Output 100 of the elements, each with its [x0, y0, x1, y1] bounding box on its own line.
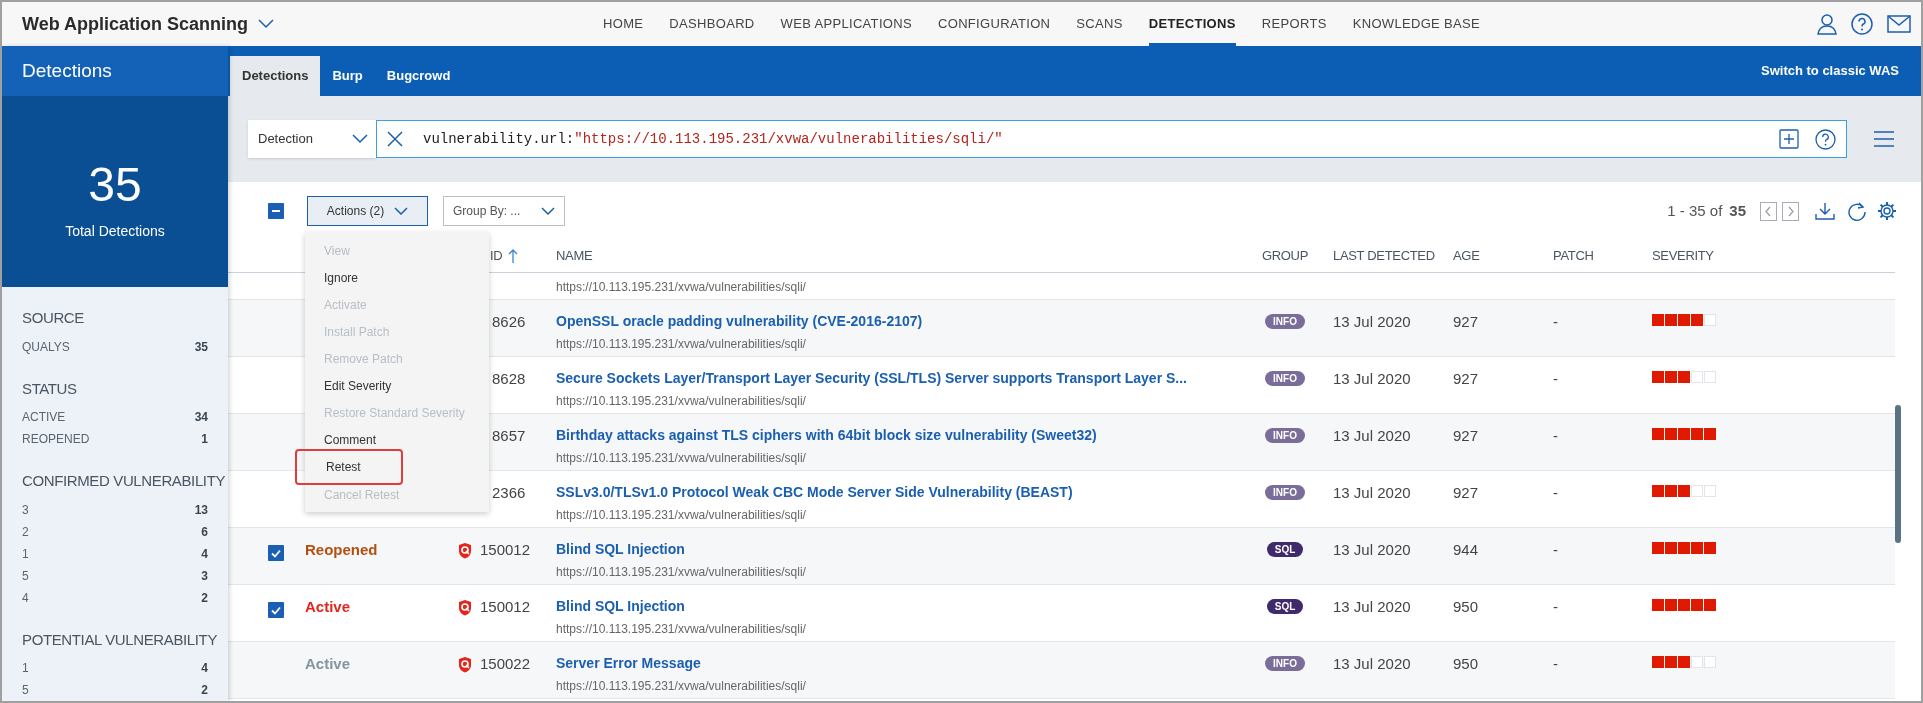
pagination-range: 1 - 35 of — [1667, 200, 1723, 221]
status-label: Active — [305, 598, 351, 615]
status-label: Active — [305, 655, 351, 672]
column-header[interactable]: GROUP — [1261, 246, 1308, 266]
vulnerability-link[interactable]: OpenSSL oracle padding vulnerability (CVE-2016-2107) — [556, 311, 1250, 332]
nav-link[interactable]: DASHBOARD — [669, 2, 755, 46]
filter-label[interactable]: 2 — [22, 522, 29, 541]
nav-link[interactable]: SCANS — [1076, 2, 1123, 46]
severity-square — [1665, 314, 1677, 326]
severity-square — [1704, 428, 1716, 440]
chevron-down-icon[interactable] — [258, 19, 274, 29]
filter-count: 13 — [194, 501, 208, 519]
vulnerability-link[interactable]: Blind SQL Injection — [556, 539, 1250, 560]
tab[interactable]: Burp — [320, 56, 375, 96]
row-checkbox[interactable] — [268, 602, 284, 618]
severity-square — [1691, 485, 1703, 497]
group-by-dropdown[interactable]: Group By: ... — [443, 196, 565, 226]
filter-label[interactable]: 4 — [22, 588, 29, 607]
row-checkbox[interactable] — [268, 545, 284, 561]
filter-label[interactable]: ACTIVE — [22, 408, 66, 426]
dropdown-value: Detection — [258, 130, 313, 149]
field-dropdown[interactable]: Detection — [248, 120, 376, 158]
severity-square — [1704, 656, 1716, 668]
severity-square — [1678, 371, 1690, 383]
qid: 150012 — [480, 597, 531, 617]
filter-count: 2 — [201, 682, 208, 699]
column-header[interactable]: PATCH — [1553, 246, 1594, 266]
refresh-icon[interactable] — [1847, 201, 1867, 221]
vulnerability-link[interactable]: Blind SQL Injection — [556, 596, 1250, 617]
clear-icon[interactable] — [387, 131, 403, 147]
tab[interactable]: Bugcrowd — [374, 56, 463, 96]
select-all-checkbox[interactable] — [268, 203, 284, 219]
qid: 8628 — [492, 369, 526, 389]
column-header[interactable]: AGE — [1453, 246, 1480, 266]
age-cell-text: 950 — [1452, 597, 1480, 617]
nav-link[interactable]: CONFIGURATION — [938, 2, 1051, 46]
filter-label[interactable]: 5 — [22, 681, 29, 699]
severity-square — [1691, 656, 1703, 668]
filter-count: 2 — [201, 589, 208, 607]
query-field[interactable]: vulnerability.url:"https://10.113.195.231/xvwa/vulnerabilities/sqli/" — [376, 120, 1847, 158]
qid: 8657 — [492, 426, 526, 446]
help-icon[interactable] — [1851, 13, 1873, 35]
nav-link[interactable]: HOME — [603, 2, 644, 46]
patch-cell-text: - — [1552, 369, 1559, 389]
severity-square — [1665, 371, 1677, 383]
user-icon[interactable] — [1817, 13, 1837, 35]
chevron-down-icon — [541, 207, 555, 215]
tab[interactable]: Detections — [230, 56, 321, 96]
switch-link[interactable]: Switch to classic WAS — [1761, 61, 1921, 81]
severity-square — [1665, 656, 1677, 668]
menu-item[interactable]: Ignore — [305, 264, 489, 291]
section-heading: SOURCE — [22, 308, 84, 328]
severity-square — [1678, 485, 1690, 497]
severity-square — [1678, 428, 1690, 440]
mail-icon[interactable] — [1887, 15, 1911, 33]
patch-cell-text: - — [1552, 597, 1559, 617]
nav-link[interactable]: WEB APPLICATIONS — [780, 2, 912, 46]
filter-label[interactable]: 1 — [22, 544, 29, 563]
age-cell-text: 927 — [1452, 369, 1480, 389]
shield-icon — [458, 598, 472, 616]
help-icon[interactable] — [1815, 128, 1836, 150]
actions-button[interactable]: Actions (2) — [307, 196, 428, 226]
nav-link[interactable]: REPORTS — [1261, 2, 1327, 46]
menu-icon[interactable] — [1873, 131, 1895, 147]
severity-square — [1652, 656, 1664, 668]
url-text: https://10.113.195.231/xvwa/vulnerabilities/sqli/ — [556, 279, 807, 296]
settings-icon[interactable] — [1877, 201, 1897, 221]
filter-label[interactable]: 5 — [22, 566, 29, 585]
filter-label[interactable]: 3 — [22, 500, 29, 519]
filter-label[interactable]: 1 — [22, 659, 29, 677]
column-header[interactable]: LAST DETECTED — [1333, 246, 1435, 266]
add-icon[interactable] — [1779, 129, 1799, 149]
status-label: Reopened — [305, 541, 378, 558]
severity-square — [1704, 599, 1716, 611]
filter-label[interactable]: REOPENED — [22, 430, 90, 448]
severity-square — [1665, 542, 1677, 554]
severity-square — [1652, 485, 1664, 497]
severity-square — [1652, 428, 1664, 440]
group-tag: INFO — [1265, 371, 1305, 386]
column-header[interactable]: SEVERITY — [1652, 246, 1714, 266]
vulnerability-link[interactable]: Secure Sockets Layer/Transport Layer Security (SSL/TLS) Server supports Transport Layer S... — [556, 368, 1250, 389]
vulnerability-link[interactable]: SSLv3.0/TLSv1.0 Protocol Weak CBC Mode Server Side Vulnerability (BEAST) — [556, 482, 1250, 503]
scrollbar-thumb[interactable] — [1895, 405, 1901, 543]
vulnerability-link[interactable]: Server Error Message — [556, 653, 1250, 674]
download-icon[interactable] — [1815, 202, 1835, 220]
sort-up-icon[interactable] — [508, 249, 519, 263]
url-text: https://10.113.195.231/xvwa/vulnerabilities/sqli/ — [556, 507, 807, 524]
vulnerability-link[interactable]: Birthday attacks against TLS ciphers with 64bit block size vulnerability (Sweet32) — [556, 425, 1250, 446]
filter-label[interactable]: QUALYS — [22, 337, 70, 356]
qid: 150022 — [480, 654, 531, 674]
menu-item[interactable]: Edit Severity — [305, 372, 489, 399]
filter-count: 4 — [201, 660, 208, 677]
group-tag: SQL — [1266, 599, 1304, 614]
column-header[interactable]: NAME — [556, 246, 593, 266]
nav-link[interactable]: KNOWLEDGE BASE — [1352, 2, 1481, 46]
date-cell-text: 13 Jul 2020 — [1332, 654, 1412, 674]
filter-count: 4 — [201, 545, 208, 563]
menu-item[interactable]: Retest — [295, 449, 403, 485]
date-cell-text: 13 Jul 2020 — [1332, 540, 1412, 560]
column-header[interactable]: ID — [490, 246, 503, 266]
